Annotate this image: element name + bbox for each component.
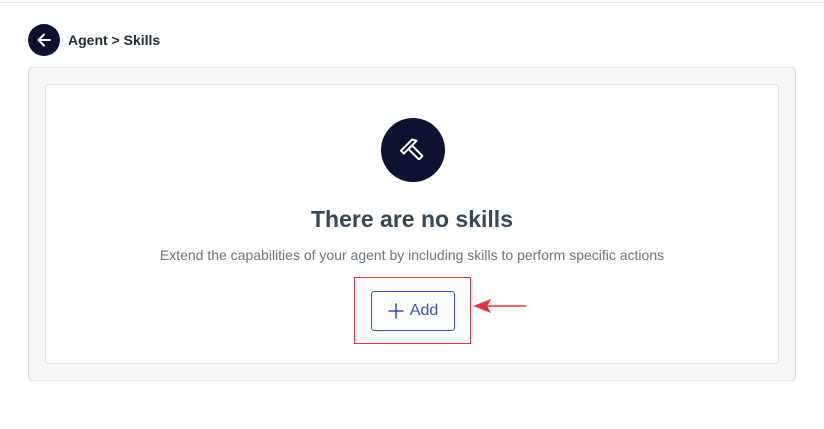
- arrow-left-icon: [37, 33, 51, 47]
- skills-panel: There are no skills Extend the capabilit…: [28, 67, 796, 381]
- add-button-label: Add: [409, 302, 439, 319]
- plus-icon: [387, 303, 404, 319]
- empty-state-card: There are no skills Extend the capabilit…: [45, 84, 779, 364]
- top-divider: [0, 0, 824, 3]
- back-button[interactable]: [28, 24, 60, 56]
- add-skill-button[interactable]: Add: [371, 291, 455, 331]
- red-arrow-left-icon: [473, 299, 526, 313]
- skill-badge: [381, 118, 445, 182]
- page-header: Agent > Skills: [28, 24, 160, 56]
- breadcrumb: Agent > Skills: [68, 32, 161, 48]
- empty-state-title: There are no skills: [311, 206, 513, 232]
- empty-state-description: Extend the capabilities of your agent by…: [159, 247, 665, 263]
- hammer-icon: [399, 138, 424, 161]
